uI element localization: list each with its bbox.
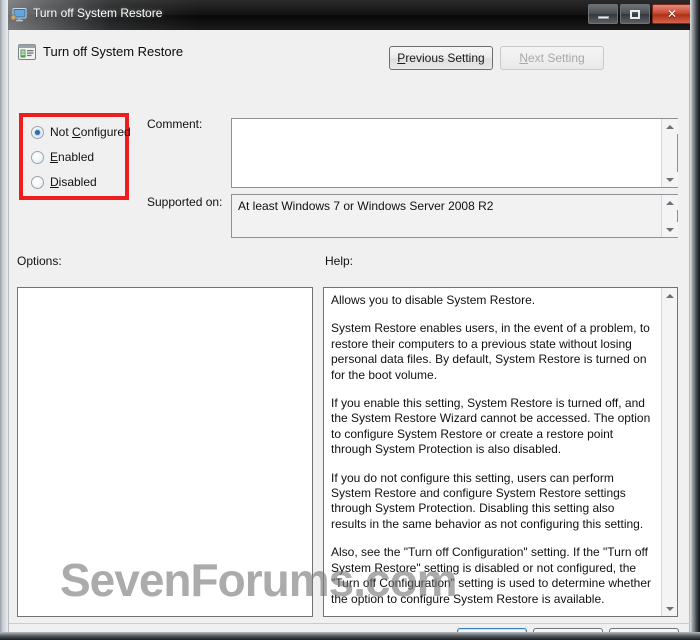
scroll-down-icon[interactable] (662, 172, 678, 187)
help-label: Help: (325, 254, 354, 268)
state-radio-group-highlight: Not Configured Enabled Disabled (19, 113, 131, 200)
options-panel[interactable] (17, 287, 313, 617)
supported-on-scrollbar[interactable] (661, 195, 678, 237)
help-panel[interactable]: Allows you to disable System Restore. Sys… (323, 287, 678, 617)
monitor-icon (10, 7, 27, 23)
radio-dot-disabled (31, 175, 44, 189)
scroll-down-icon[interactable] (662, 222, 678, 237)
scroll-up-icon[interactable] (662, 195, 678, 210)
dialog-client-area: Turn off System Restore Previous Setting… (8, 30, 691, 640)
window-frame-bottom (0, 632, 700, 640)
radio-dot-enabled (31, 150, 44, 164)
next-setting-label: Next Setting (519, 51, 585, 65)
scroll-down-icon[interactable] (662, 601, 677, 616)
help-paragraph: If you do not configure this setting, us… (331, 470, 644, 531)
comment-input[interactable] (231, 118, 678, 188)
setting-title: Turn off System Restore (43, 44, 184, 59)
minimize-button[interactable] (588, 4, 618, 24)
next-setting-button: Next Setting (500, 46, 604, 70)
help-paragraph: System Restore enables users, in the eve… (331, 321, 650, 382)
group-policy-setting-dialog: Turn off System Restore ✕ Turn off Syste… (0, 0, 700, 640)
window-frame-left (0, 0, 8, 640)
previous-setting-label: Previous Setting (397, 51, 485, 65)
close-icon: ✕ (666, 7, 678, 21)
radio-label-disabled: Disabled (50, 175, 97, 189)
help-scrollbar[interactable] (661, 288, 677, 616)
title-bar[interactable]: Turn off System Restore ✕ (0, 0, 700, 30)
help-paragraph: Allows you to disable System Restore. (331, 293, 536, 307)
supported-on-value: At least Windows 7 or Windows Server 200… (238, 199, 494, 213)
maximize-button[interactable] (620, 4, 650, 24)
supported-on-field: At least Windows 7 or Windows Server 200… (231, 194, 678, 238)
previous-setting-button[interactable]: Previous Setting (389, 46, 493, 70)
radio-label-not-configured: Not Configured (50, 125, 131, 139)
window-title: Turn off System Restore (33, 6, 163, 20)
close-button[interactable]: ✕ (652, 4, 692, 24)
radio-enabled[interactable]: Enabled (31, 148, 94, 166)
footer-separator (9, 623, 691, 624)
radio-dot-not-configured (31, 125, 44, 139)
radio-not-configured[interactable]: Not Configured (31, 123, 131, 141)
comment-scrollbar[interactable] (661, 119, 678, 187)
help-text: Allows you to disable System Restore. Sys… (331, 293, 653, 616)
radio-disabled[interactable]: Disabled (31, 173, 97, 191)
options-label: Options: (17, 254, 62, 268)
minimize-icon (589, 5, 617, 23)
help-paragraph: Also, see the "Turn off Configuration" s… (331, 545, 652, 606)
comment-label: Comment: (147, 117, 203, 131)
help-paragraph: If you enable this setting, System Resto… (331, 396, 651, 457)
supported-on-label: Supported on: (147, 195, 223, 209)
scroll-up-icon[interactable] (662, 288, 677, 303)
radio-label-enabled: Enabled (50, 150, 95, 164)
scroll-up-icon[interactable] (662, 119, 678, 134)
window-frame-right (690, 0, 700, 640)
policy-setting-icon (17, 42, 37, 62)
maximize-icon (621, 5, 649, 23)
